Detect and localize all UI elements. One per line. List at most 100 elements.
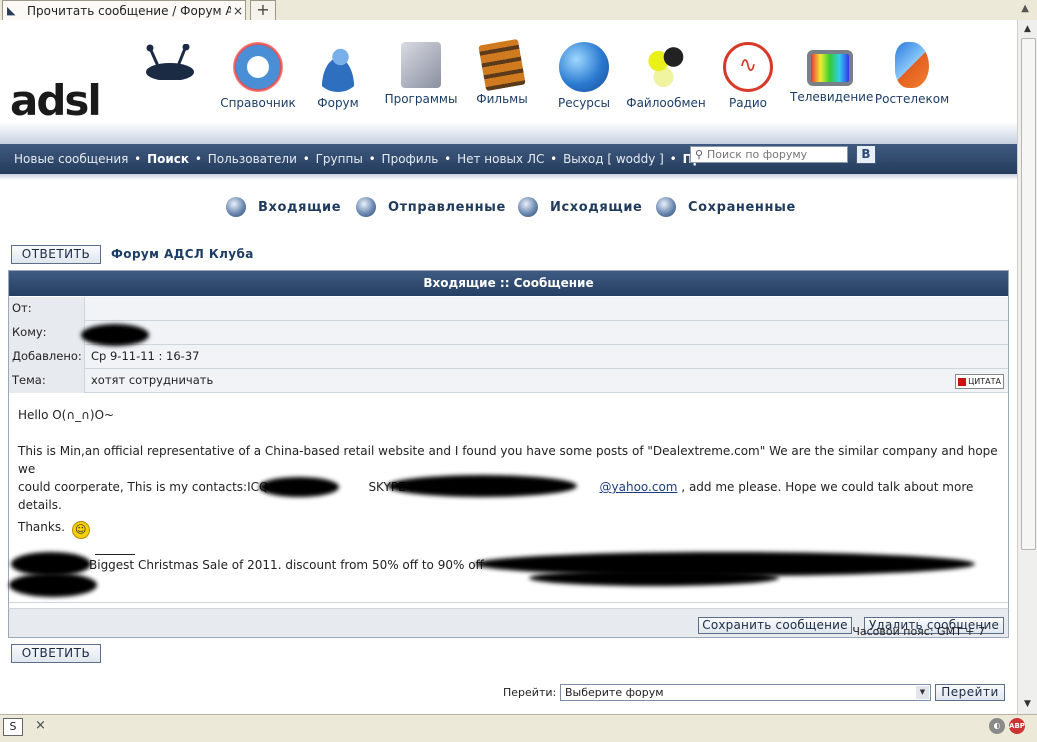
signature-text: Biggest Christmas Sale of 2011. discount… — [89, 558, 484, 572]
field-to: Кому: woddy — [9, 320, 1008, 345]
folder-bullet-icon — [356, 197, 376, 217]
quote-icon — [958, 377, 967, 386]
page-favicon-icon: ◣ — [7, 3, 16, 17]
timezone-label: Часовой пояс: GMT + 7 — [852, 625, 985, 638]
browser-tab[interactable]: ◣ Прочитать сообщение / Форум А... × — [2, 0, 246, 20]
message-line: Thanks. ☺ — [18, 518, 1003, 539]
new-tab-button[interactable]: + — [250, 0, 276, 20]
field-date: Добавлено: Ср 9-11-11 : 16-37 — [9, 344, 1008, 369]
forum-search-input[interactable]: ⚲ Поиск по форуму — [690, 146, 848, 163]
forum-menu: Новые сообщения • Поиск • Пользователи •… — [14, 152, 742, 166]
status-plugin-icon[interactable]: ◐ — [989, 718, 1005, 734]
nav-item-fileshare[interactable]: Файлообмен — [626, 38, 706, 110]
redaction-scribble — [259, 477, 339, 497]
nav-item-reference[interactable]: Справочник — [218, 38, 298, 110]
nav-item-label: Форум — [317, 96, 359, 110]
field-label: От: — [9, 296, 85, 321]
folder-sent[interactable]: Отправленные — [356, 197, 506, 217]
field-value — [85, 297, 1008, 320]
nav-item-label: Справочник — [220, 96, 296, 110]
search-placeholder: Поиск по форуму — [707, 148, 808, 161]
tv-icon — [807, 50, 853, 86]
rostelecom-icon — [895, 42, 929, 88]
browser-tab-bar: ◣ Прочитать сообщение / Форум А... × + ▲ — [0, 0, 1037, 21]
nav-item-label: Программы — [384, 92, 458, 106]
nav-item-resources[interactable]: Ресурсы — [544, 38, 624, 110]
adblock-icon[interactable]: ABP — [1009, 718, 1025, 734]
message-body: Hello O(∩_∩)O~ This is Min,an official r… — [18, 406, 1003, 539]
folder-inbox[interactable]: Входящие — [226, 197, 341, 217]
menu-users[interactable]: Пользователи — [208, 152, 297, 166]
field-value: хотят сотрудничать — [85, 369, 1008, 392]
status-addon-icon[interactable]: S — [3, 718, 23, 736]
jump-go-button[interactable]: Перейти — [935, 684, 1005, 701]
nav-item-label: Ростелеком — [874, 92, 950, 106]
message-table: Входящие :: Сообщение От: Кому: woddy До… — [8, 270, 1009, 638]
field-from: От: — [9, 296, 1008, 321]
redaction-scribble — [81, 324, 149, 346]
scroll-up-icon[interactable]: ▲ — [1020, 22, 1035, 37]
page-viewport: adsl club Справочник Форум Программы Фил… — [0, 20, 1017, 714]
vertical-scrollbar[interactable]: ▲ ▼ — [1017, 20, 1037, 714]
reply-button-top[interactable]: ОТВЕТИТЬ — [11, 245, 101, 264]
browser-status-bar: S × ◐ ABP — [0, 714, 1037, 742]
folder-bullet-icon — [518, 197, 538, 217]
forum-name-link[interactable]: Форум АДСЛ Клуба — [111, 247, 254, 261]
save-message-button[interactable]: Сохранить сообщение — [698, 617, 852, 634]
message-greeting: Hello O(∩_∩)O~ — [18, 408, 115, 422]
search-submit-button[interactable]: В — [856, 145, 876, 164]
message-header: Входящие :: Сообщение — [9, 271, 1008, 296]
nav-item-radio[interactable]: ∿ Радио — [708, 38, 788, 110]
tab-close-icon[interactable]: × — [231, 4, 245, 18]
nav-item-tv[interactable]: Телевидение — [790, 38, 873, 104]
search-icon: ⚲ — [694, 148, 704, 161]
logo-antenna-icon — [146, 44, 194, 80]
jump-label: Перейти: — [503, 686, 557, 699]
status-close-icon[interactable]: × — [35, 718, 46, 733]
chevron-down-icon: ▼ — [916, 686, 929, 699]
menu-logout[interactable]: Выход [ woddy ] — [563, 152, 664, 166]
nav-item-rostelecom[interactable]: Ростелеком — [872, 38, 952, 106]
redaction-scribble — [387, 475, 577, 497]
jump-forum-select[interactable]: Выберите форум ▼ — [560, 684, 931, 701]
film-icon — [478, 38, 526, 92]
tab-list-arrow-icon[interactable]: ▲ — [1021, 0, 1029, 18]
folder-bullet-icon — [226, 197, 246, 217]
menu-new-posts[interactable]: Новые сообщения — [14, 152, 128, 166]
quote-button[interactable]: ЦИТАТА — [955, 374, 1004, 389]
field-label: Кому: — [9, 320, 85, 345]
nav-item-forum[interactable]: Форум — [298, 38, 378, 110]
menu-search[interactable]: Поиск — [147, 152, 189, 166]
users-icon — [313, 42, 363, 92]
signature-divider — [95, 554, 135, 555]
exchange-balls-icon — [641, 42, 691, 92]
field-label: Тема: — [9, 368, 85, 393]
folder-saved[interactable]: Сохраненные — [656, 197, 796, 217]
software-box-icon — [401, 42, 441, 88]
menu-groups[interactable]: Группы — [316, 152, 363, 166]
smiley-icon: ☺ — [71, 521, 90, 539]
scroll-down-icon[interactable]: ▼ — [1020, 697, 1035, 712]
site-logo[interactable]: adsl club — [10, 34, 200, 174]
nav-item-films[interactable]: Фильмы — [462, 38, 542, 106]
field-label: Добавлено: — [9, 344, 85, 369]
nav-item-label: Ресурсы — [557, 96, 610, 110]
folder-outbox[interactable]: Исходящие — [518, 197, 642, 217]
field-subject: Тема: хотят сотрудничать ЦИТАТА — [9, 368, 1008, 393]
nav-item-software[interactable]: Программы — [381, 38, 461, 106]
menu-profile[interactable]: Профиль — [382, 152, 439, 166]
redaction-scribble — [529, 570, 779, 586]
radio-wave-icon: ∿ — [723, 42, 773, 92]
nav-item-label: Радио — [728, 96, 768, 110]
message-line: This is Min,an official representative o… — [18, 444, 998, 476]
folder-bullet-icon — [656, 197, 676, 217]
field-value: Ср 9-11-11 : 16-37 — [85, 345, 1008, 368]
nav-item-label: Файлообмен — [626, 96, 706, 110]
menu-private-messages[interactable]: Нет новых ЛС — [457, 152, 544, 166]
menu-shadow — [0, 174, 1017, 180]
email-link[interactable]: @yahoo.com — [600, 480, 678, 494]
reply-button-bottom[interactable]: ОТВЕТИТЬ — [11, 644, 101, 663]
scrollbar-thumb[interactable] — [1021, 38, 1036, 550]
nav-item-label: Фильмы — [476, 92, 528, 106]
redaction-scribble — [9, 573, 97, 597]
